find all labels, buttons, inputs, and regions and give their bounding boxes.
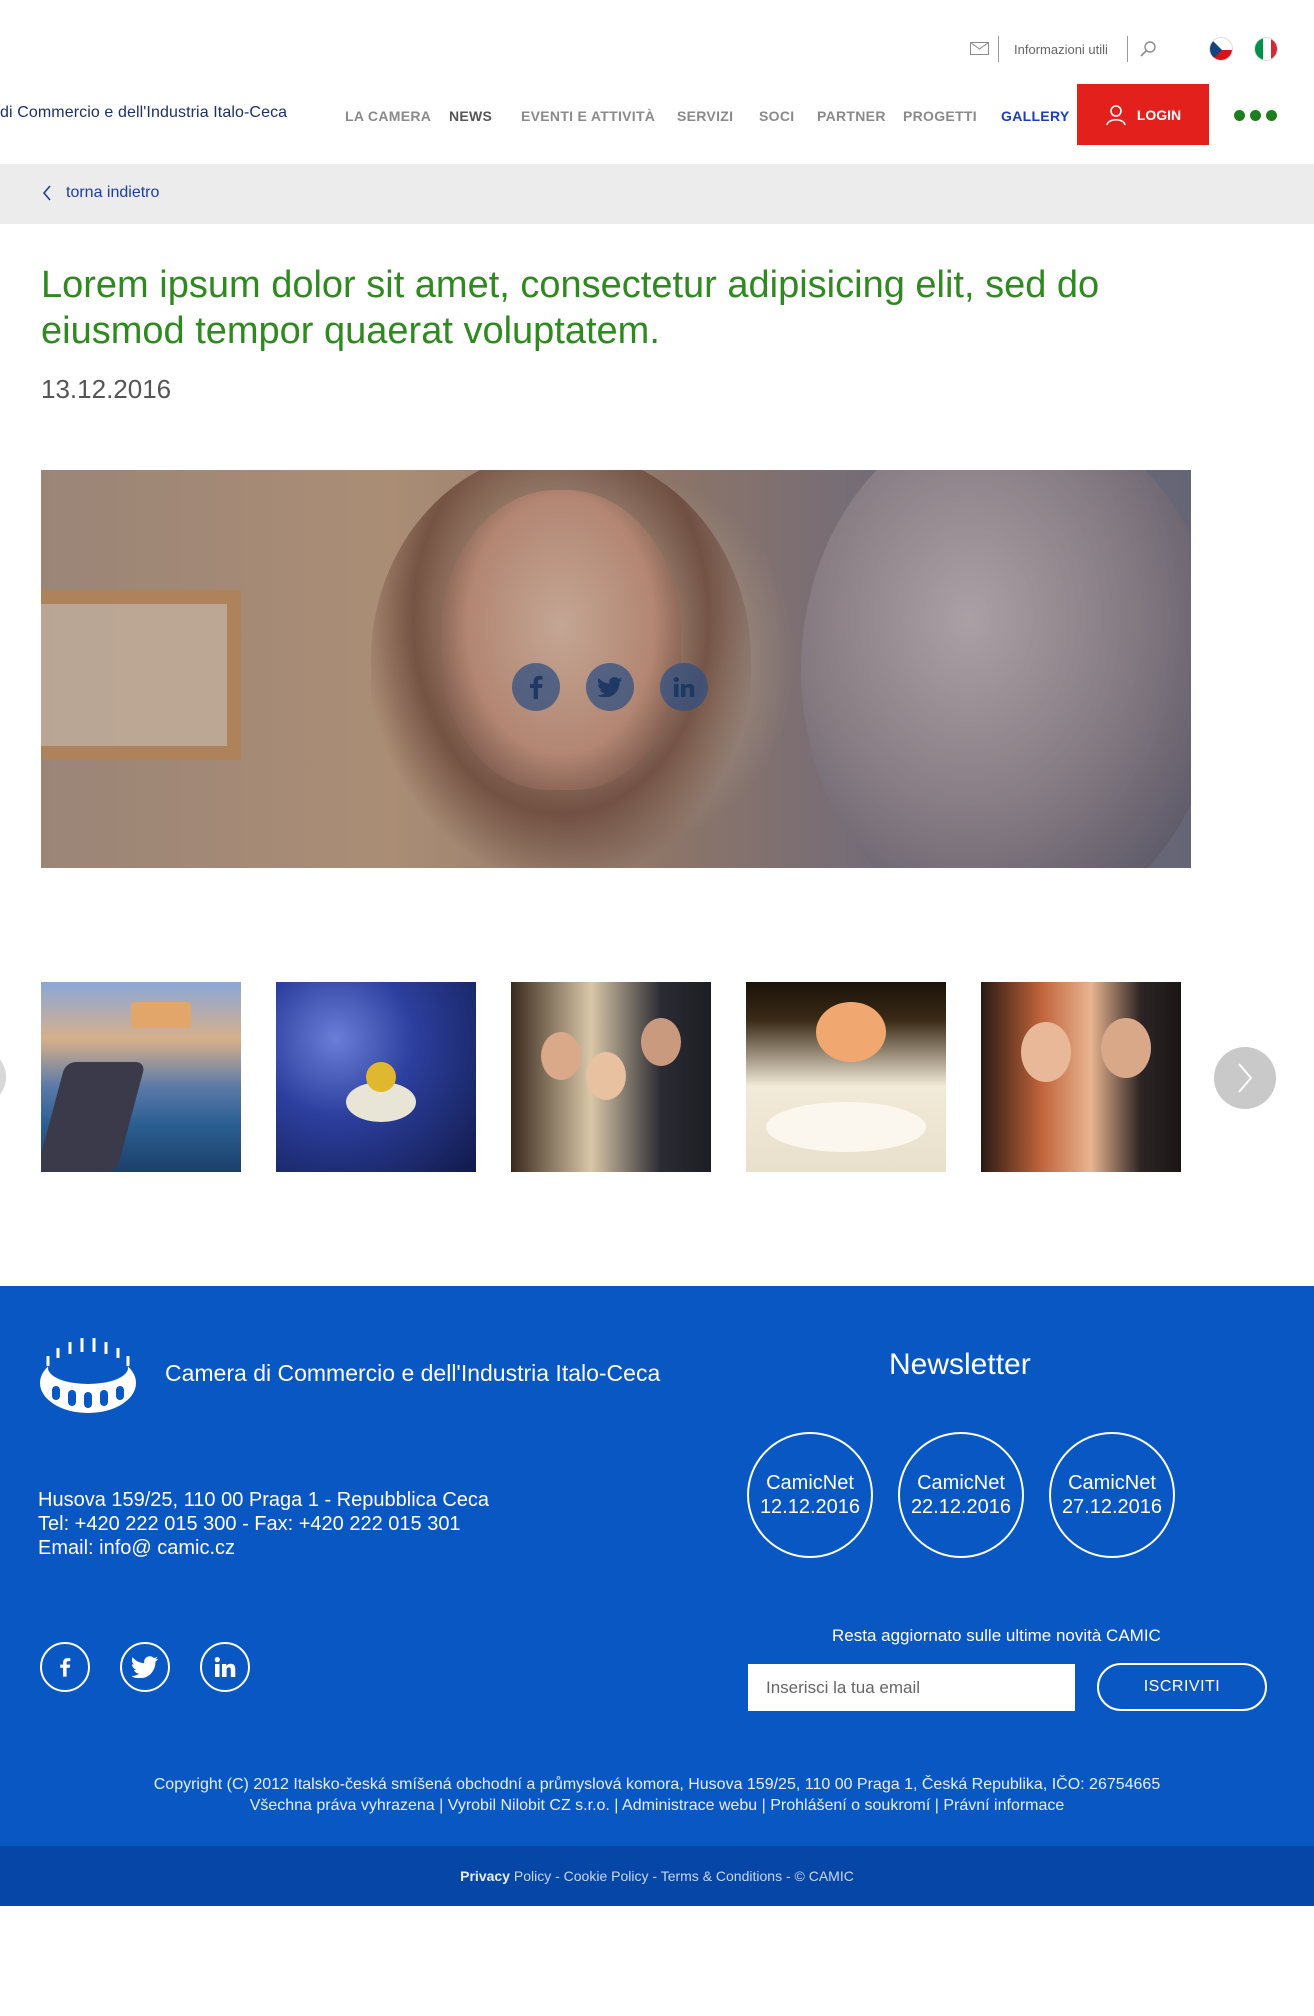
footer-social xyxy=(40,1642,250,1692)
facebook-icon[interactable] xyxy=(40,1642,90,1692)
camic-logo-icon[interactable] xyxy=(36,1328,140,1418)
separator: - xyxy=(648,1868,661,1884)
flowers-shape xyxy=(366,1062,396,1092)
share-icons xyxy=(512,663,708,711)
search-icon[interactable] xyxy=(1138,39,1158,59)
privacy-rest: Policy xyxy=(509,1868,552,1884)
more-menu-icon[interactable] xyxy=(1234,110,1277,121)
email-line[interactable]: Email: info@ camic.cz xyxy=(38,1536,489,1560)
nav-eventi[interactable]: EVENTI E ATTIVITÀ xyxy=(521,108,655,124)
face-shape xyxy=(586,1052,626,1100)
face-shape xyxy=(641,1018,681,1066)
newsletter-list: CamicNet 12.12.2016 CamicNet 22.12.2016 … xyxy=(747,1432,1175,1558)
phone-line: Tel: +420 222 015 300 - Fax: +420 222 01… xyxy=(38,1513,461,1535)
face-shape xyxy=(1101,1018,1151,1078)
info-link[interactable]: Informazioni utili xyxy=(1014,42,1108,57)
chevron-right-icon xyxy=(1238,1063,1253,1093)
linkedin-icon[interactable] xyxy=(660,663,708,711)
nav-soci[interactable]: SOCI xyxy=(759,108,794,124)
nav-gallery[interactable]: GALLERY xyxy=(1001,108,1069,124)
face-shape xyxy=(541,1032,581,1080)
gallery-thumb-dinner-hall[interactable] xyxy=(276,982,476,1172)
footer-address: Husova 159/25, 110 00 Praga 1 - Repubbli… xyxy=(38,1488,489,1560)
back-bar: torna indietro xyxy=(0,164,1314,224)
castle-shape xyxy=(131,1002,191,1028)
separator: - xyxy=(782,1868,795,1884)
gallery-next-button[interactable] xyxy=(1214,1047,1276,1109)
back-link[interactable]: torna indietro xyxy=(42,184,159,202)
privacy-policy-link[interactable]: Privacy Policy xyxy=(460,1868,551,1884)
newsletter-name: CamicNet xyxy=(1068,1472,1156,1494)
subscribe-button[interactable]: ISCRIVITI xyxy=(1097,1663,1267,1711)
newsletter-item[interactable]: CamicNet 27.12.2016 xyxy=(1049,1432,1175,1558)
bridge-shape xyxy=(41,1062,146,1172)
nav-partner[interactable]: PARTNER xyxy=(817,108,886,124)
gallery-thumb-guests[interactable] xyxy=(511,982,711,1172)
login-label: LOGIN xyxy=(1136,106,1182,123)
twitter-icon[interactable] xyxy=(120,1642,170,1692)
face-shape xyxy=(1021,1022,1071,1082)
flowers-shape xyxy=(816,1002,886,1062)
dot xyxy=(1266,110,1277,121)
linkedin-icon[interactable] xyxy=(200,1642,250,1692)
bottom-bar: Privacy Policy - Cookie Policy - Terms &… xyxy=(0,1846,1314,1906)
newsletter-date: 22.12.2016 xyxy=(910,1496,1012,1518)
legal-links[interactable]: Všechna práva vyhrazena | Vyrobil Nilobi… xyxy=(0,1795,1314,1816)
dot xyxy=(1250,110,1261,121)
hero-image xyxy=(41,470,1191,868)
tablecloth-shape xyxy=(766,1102,926,1152)
copyright-line: Copyright (C) 2012 Italsko-česká smíšená… xyxy=(153,1776,1161,1793)
email-input[interactable] xyxy=(748,1664,1075,1711)
camic-copyright: © CAMIC xyxy=(794,1868,854,1884)
back-label: torna indietro xyxy=(66,184,160,201)
gallery-thumb-prague[interactable] xyxy=(41,982,241,1172)
subscribe-text: Resta aggiornato sulle ultime novità CAM… xyxy=(832,1626,1161,1645)
footer: Camera di Commercio e dell'Industria Ita… xyxy=(0,1286,1314,1846)
gallery-thumb-couple[interactable] xyxy=(981,982,1181,1172)
nav-la-camera[interactable]: LA CAMERA xyxy=(345,108,431,124)
address-line: Husova 159/25, 110 00 Praga 1 - Repubbli… xyxy=(38,1489,490,1511)
separator: - xyxy=(551,1868,564,1884)
copyright: Copyright (C) 2012 Italsko-česká smíšená… xyxy=(0,1774,1314,1816)
newsletter-item[interactable]: CamicNet 12.12.2016 xyxy=(747,1432,873,1558)
terms-link[interactable]: Terms & Conditions xyxy=(661,1868,782,1884)
login-button[interactable]: LOGIN xyxy=(1077,84,1209,145)
newsletter-title: Newsletter xyxy=(889,1348,1031,1381)
site-brand[interactable]: di Commercio e dell'Industria Italo-Ceca xyxy=(0,104,287,122)
newsletter-name: CamicNet xyxy=(766,1472,854,1494)
divider xyxy=(998,36,999,62)
nav-progetti[interactable]: PROGETTI xyxy=(903,108,977,124)
flag-it-icon[interactable] xyxy=(1254,37,1278,61)
gallery-strip xyxy=(0,982,1314,1172)
footer-org-name: Camera di Commercio e dell'Industria Ita… xyxy=(165,1360,661,1386)
article-date: 13.12.2016 xyxy=(41,374,172,404)
gallery-thumb-table-setting[interactable] xyxy=(746,982,946,1172)
mail-icon[interactable] xyxy=(970,42,989,55)
newsletter-date: 12.12.2016 xyxy=(759,1496,861,1518)
article-title: Lorem ipsum dolor sit amet, consectetur … xyxy=(41,264,1100,352)
utility-bar: Informazioni utili xyxy=(0,36,1314,62)
newsletter-date: 27.12.2016 xyxy=(1061,1496,1163,1518)
nav-news[interactable]: NEWS xyxy=(449,108,492,124)
privacy-bold: Privacy xyxy=(460,1868,510,1884)
divider xyxy=(1127,36,1128,62)
user-icon xyxy=(1106,104,1126,125)
nav-servizi[interactable]: SERVIZI xyxy=(677,108,733,124)
newsletter-item[interactable]: CamicNet 22.12.2016 xyxy=(898,1432,1024,1558)
dot xyxy=(1234,110,1245,121)
newsletter-name: CamicNet xyxy=(917,1472,1005,1494)
flag-cz-icon[interactable] xyxy=(1209,37,1233,61)
cookie-policy-link[interactable]: Cookie Policy xyxy=(564,1868,649,1884)
facebook-icon[interactable] xyxy=(512,663,560,711)
twitter-icon[interactable] xyxy=(586,663,634,711)
chevron-left-icon xyxy=(42,185,51,201)
